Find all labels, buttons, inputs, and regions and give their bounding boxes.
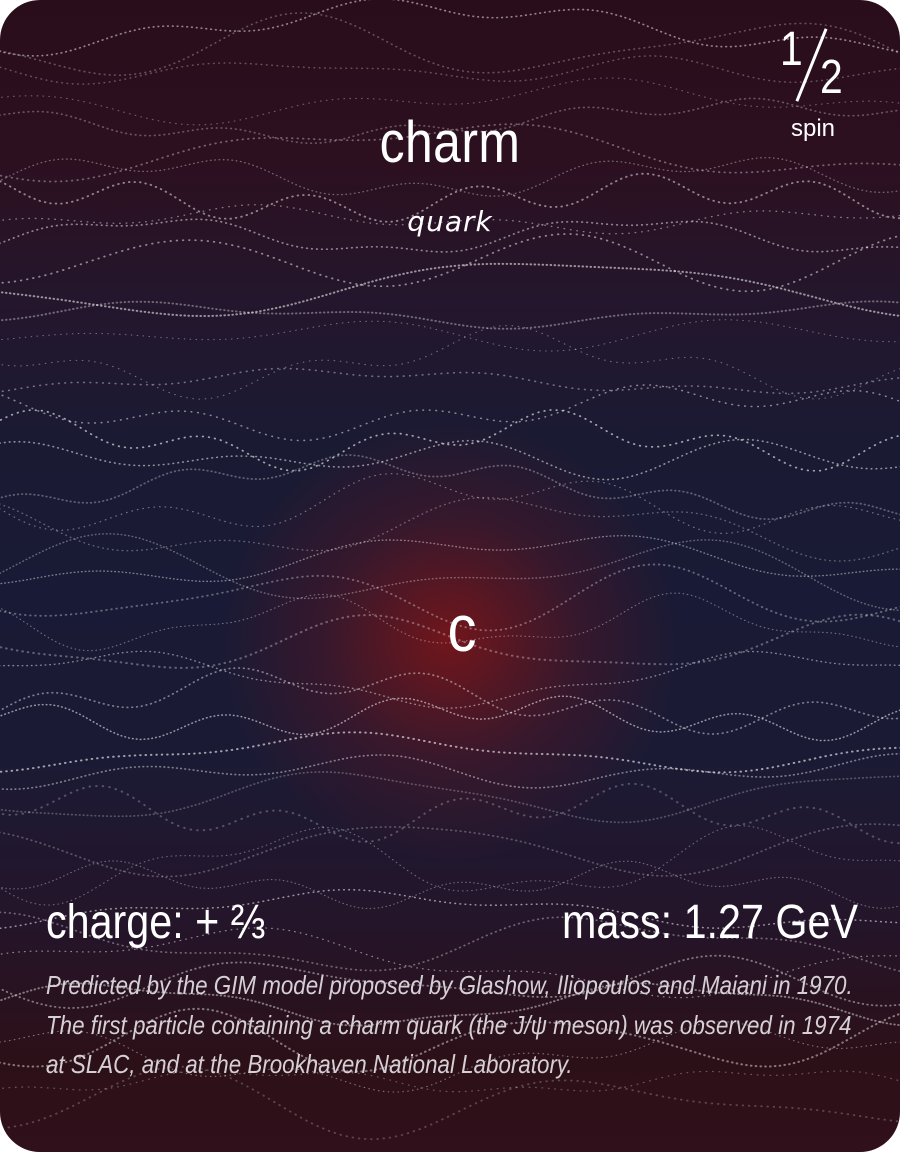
- particle-trail: [0, 324, 900, 400]
- particle-trail: [0, 771, 900, 824]
- spin-label: spin: [790, 115, 836, 142]
- particle-trail: [0, 409, 900, 472]
- particle-category: quark: [407, 205, 493, 238]
- particle-trail: [0, 496, 900, 562]
- particle-trail: [0, 233, 900, 293]
- particle-trail: [0, 438, 900, 481]
- particle-card: charm quark 1 2 spin c charge: + ⅔ mass:…: [0, 0, 900, 1152]
- mass-value: mass: 1.27 GeV: [562, 896, 858, 949]
- particle-trail: [0, 454, 900, 521]
- particle-trail: [0, 300, 900, 330]
- spin-fraction: 1 2: [760, 26, 860, 106]
- particle-symbol: c: [447, 591, 477, 665]
- charge-value: charge: + ⅔: [46, 896, 266, 949]
- particle-trail: [0, 367, 900, 395]
- spin-denominator: 2: [820, 51, 843, 104]
- particle-trail: [0, 823, 900, 878]
- particle-trail: [0, 667, 900, 735]
- spin-numerator: 1: [780, 23, 803, 76]
- particle-description: Predicted by the GIM model proposed by G…: [46, 970, 853, 1079]
- particle-name: charm: [379, 110, 521, 175]
- particle-trail: [0, 534, 900, 585]
- particle-trail: [0, 752, 900, 791]
- particle-trail: [0, 319, 900, 352]
- particle-trail: [0, 695, 900, 742]
- particle-trail: [0, 384, 900, 442]
- particle-trail: [0, 782, 900, 845]
